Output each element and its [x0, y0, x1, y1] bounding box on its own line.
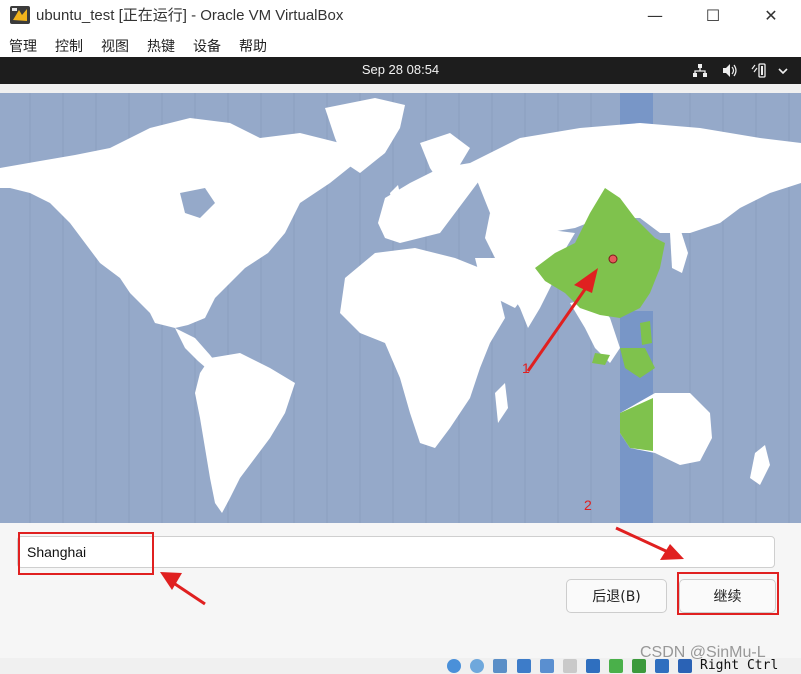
hard-disk-icon[interactable]: [447, 659, 461, 673]
optical-drive-icon[interactable]: [470, 659, 484, 673]
video-capture-icon[interactable]: [609, 659, 623, 673]
annotation-arrow-2: [615, 526, 669, 554]
annotation-arrows: [160, 526, 684, 606]
shared-folders-icon[interactable]: [563, 659, 577, 673]
usb-icon[interactable]: [540, 659, 554, 673]
network-adapter-icon[interactable]: [517, 659, 531, 673]
annotation-arrow-location: [171, 580, 206, 606]
audio-icon[interactable]: [493, 659, 507, 673]
watermark: CSDN @SinMu-L: [640, 644, 766, 661]
display-icon[interactable]: [586, 659, 600, 673]
